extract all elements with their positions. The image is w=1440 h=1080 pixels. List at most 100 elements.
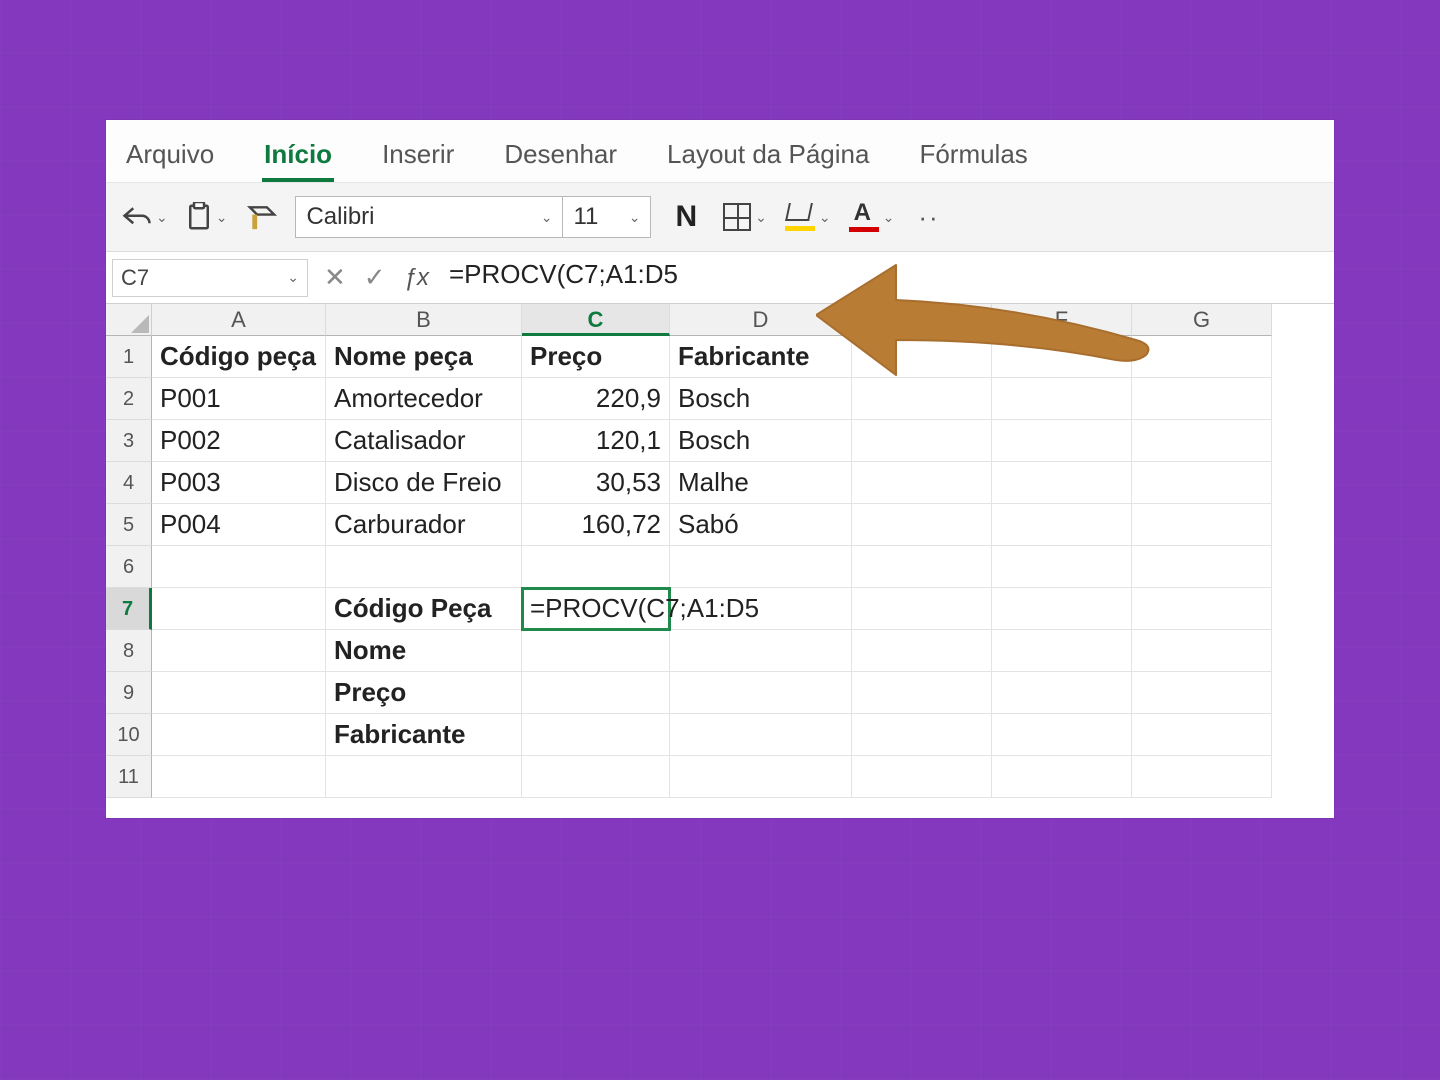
cell-G7[interactable] — [1132, 588, 1272, 630]
cell-B4[interactable]: Disco de Freio — [326, 462, 522, 504]
cell-B6[interactable] — [326, 546, 522, 588]
row-header-8[interactable]: 8 — [106, 630, 152, 672]
font-size-select[interactable]: 11 ⌄ — [563, 196, 651, 238]
select-all-corner[interactable] — [106, 304, 152, 336]
row-header-7[interactable]: 7 — [106, 588, 152, 630]
format-painter-button[interactable] — [243, 198, 281, 236]
cell-G11[interactable] — [1132, 756, 1272, 798]
tab-inserir[interactable]: Inserir — [380, 133, 456, 182]
row-header-5[interactable]: 5 — [106, 504, 152, 546]
cell-B10[interactable]: Fabricante — [326, 714, 522, 756]
cell-D8[interactable] — [670, 630, 852, 672]
cell-C6[interactable] — [522, 546, 670, 588]
column-header-F[interactable]: F — [992, 304, 1132, 336]
cell-A2[interactable]: P001 — [152, 378, 326, 420]
column-header-A[interactable]: A — [152, 304, 326, 336]
cell-F7[interactable] — [992, 588, 1132, 630]
cell-C1[interactable]: Preço — [522, 336, 670, 378]
cell-B5[interactable]: Carburador — [326, 504, 522, 546]
row-header-4[interactable]: 4 — [106, 462, 152, 504]
cell-F10[interactable] — [992, 714, 1132, 756]
cell-F2[interactable] — [992, 378, 1132, 420]
cell-C8[interactable] — [522, 630, 670, 672]
cell-A10[interactable] — [152, 714, 326, 756]
tab-desenhar[interactable]: Desenhar — [502, 133, 619, 182]
cell-D9[interactable] — [670, 672, 852, 714]
cell-A3[interactable]: P002 — [152, 420, 326, 462]
row-header-2[interactable]: 2 — [106, 378, 152, 420]
tab-layout[interactable]: Layout da Página — [665, 133, 871, 182]
cell-A1[interactable]: Código peça — [152, 336, 326, 378]
cell-D3[interactable]: Bosch — [670, 420, 852, 462]
cell-D6[interactable] — [670, 546, 852, 588]
cell-D1[interactable]: Fabricante — [670, 336, 852, 378]
cell-G5[interactable] — [1132, 504, 1272, 546]
cell-A7[interactable] — [152, 588, 326, 630]
cell-B11[interactable] — [326, 756, 522, 798]
row-header-11[interactable]: 11 — [106, 756, 152, 798]
cell-B2[interactable]: Amortecedor — [326, 378, 522, 420]
cell-A6[interactable] — [152, 546, 326, 588]
cell-F3[interactable] — [992, 420, 1132, 462]
cell-D5[interactable]: Sabó — [670, 504, 852, 546]
borders-button[interactable]: ⌄ — [721, 199, 769, 235]
column-header-C[interactable]: C — [522, 304, 670, 336]
cell-F5[interactable] — [992, 504, 1132, 546]
cell-G10[interactable] — [1132, 714, 1272, 756]
cell-G9[interactable] — [1132, 672, 1272, 714]
font-color-button[interactable]: A ⌄ — [847, 198, 897, 236]
row-header-3[interactable]: 3 — [106, 420, 152, 462]
cell-A11[interactable] — [152, 756, 326, 798]
cell-G2[interactable] — [1132, 378, 1272, 420]
cell-G8[interactable] — [1132, 630, 1272, 672]
paste-button[interactable]: ⌄ — [184, 198, 230, 236]
cell-G4[interactable] — [1132, 462, 1272, 504]
cell-G3[interactable] — [1132, 420, 1272, 462]
cell-E2[interactable] — [852, 378, 992, 420]
cell-C4[interactable]: 30,53 — [522, 462, 670, 504]
cell-D2[interactable]: Bosch — [670, 378, 852, 420]
cell-A8[interactable] — [152, 630, 326, 672]
font-name-select[interactable]: Calibri ⌄ — [295, 196, 563, 238]
cell-C11[interactable] — [522, 756, 670, 798]
column-header-D[interactable]: D — [670, 304, 852, 336]
bold-button[interactable]: N — [665, 200, 707, 234]
spreadsheet-grid[interactable]: A B C D E F G 1 Código peça Nome peça Pr… — [106, 304, 1334, 798]
fill-color-button[interactable]: ⌄ — [783, 199, 833, 235]
name-box[interactable]: C7 ⌄ — [112, 259, 308, 297]
cell-C10[interactable] — [522, 714, 670, 756]
tab-formulas[interactable]: Fórmulas — [917, 133, 1029, 182]
formula-input[interactable]: =PROCV(C7;A1:D5 — [439, 259, 1334, 297]
cell-F4[interactable] — [992, 462, 1132, 504]
accept-formula-button[interactable]: ✓ — [364, 262, 386, 293]
cell-C7[interactable]: =PROCV(C7;A1:D5 — [522, 588, 670, 630]
cell-E1[interactable] — [852, 336, 992, 378]
column-header-B[interactable]: B — [326, 304, 522, 336]
cell-D10[interactable] — [670, 714, 852, 756]
cell-E8[interactable] — [852, 630, 992, 672]
cell-C5[interactable]: 160,72 — [522, 504, 670, 546]
cell-C2[interactable]: 220,9 — [522, 378, 670, 420]
cell-F1[interactable] — [992, 336, 1132, 378]
column-header-G[interactable]: G — [1132, 304, 1272, 336]
cell-D11[interactable] — [670, 756, 852, 798]
cell-E4[interactable] — [852, 462, 992, 504]
cell-F9[interactable] — [992, 672, 1132, 714]
undo-button[interactable]: ⌄ — [120, 200, 170, 234]
cell-G6[interactable] — [1132, 546, 1272, 588]
cell-E6[interactable] — [852, 546, 992, 588]
cell-E3[interactable] — [852, 420, 992, 462]
cell-B3[interactable]: Catalisador — [326, 420, 522, 462]
row-header-10[interactable]: 10 — [106, 714, 152, 756]
cell-E9[interactable] — [852, 672, 992, 714]
cell-E5[interactable] — [852, 504, 992, 546]
row-header-1[interactable]: 1 — [106, 336, 152, 378]
cell-F6[interactable] — [992, 546, 1132, 588]
cell-B8[interactable]: Nome — [326, 630, 522, 672]
tab-inicio[interactable]: Início — [262, 133, 334, 182]
tab-arquivo[interactable]: Arquivo — [124, 133, 216, 182]
fx-icon[interactable]: ƒx — [404, 264, 429, 292]
cancel-formula-button[interactable]: ✕ — [324, 262, 346, 293]
cell-B9[interactable]: Preço — [326, 672, 522, 714]
cell-B1[interactable]: Nome peça — [326, 336, 522, 378]
